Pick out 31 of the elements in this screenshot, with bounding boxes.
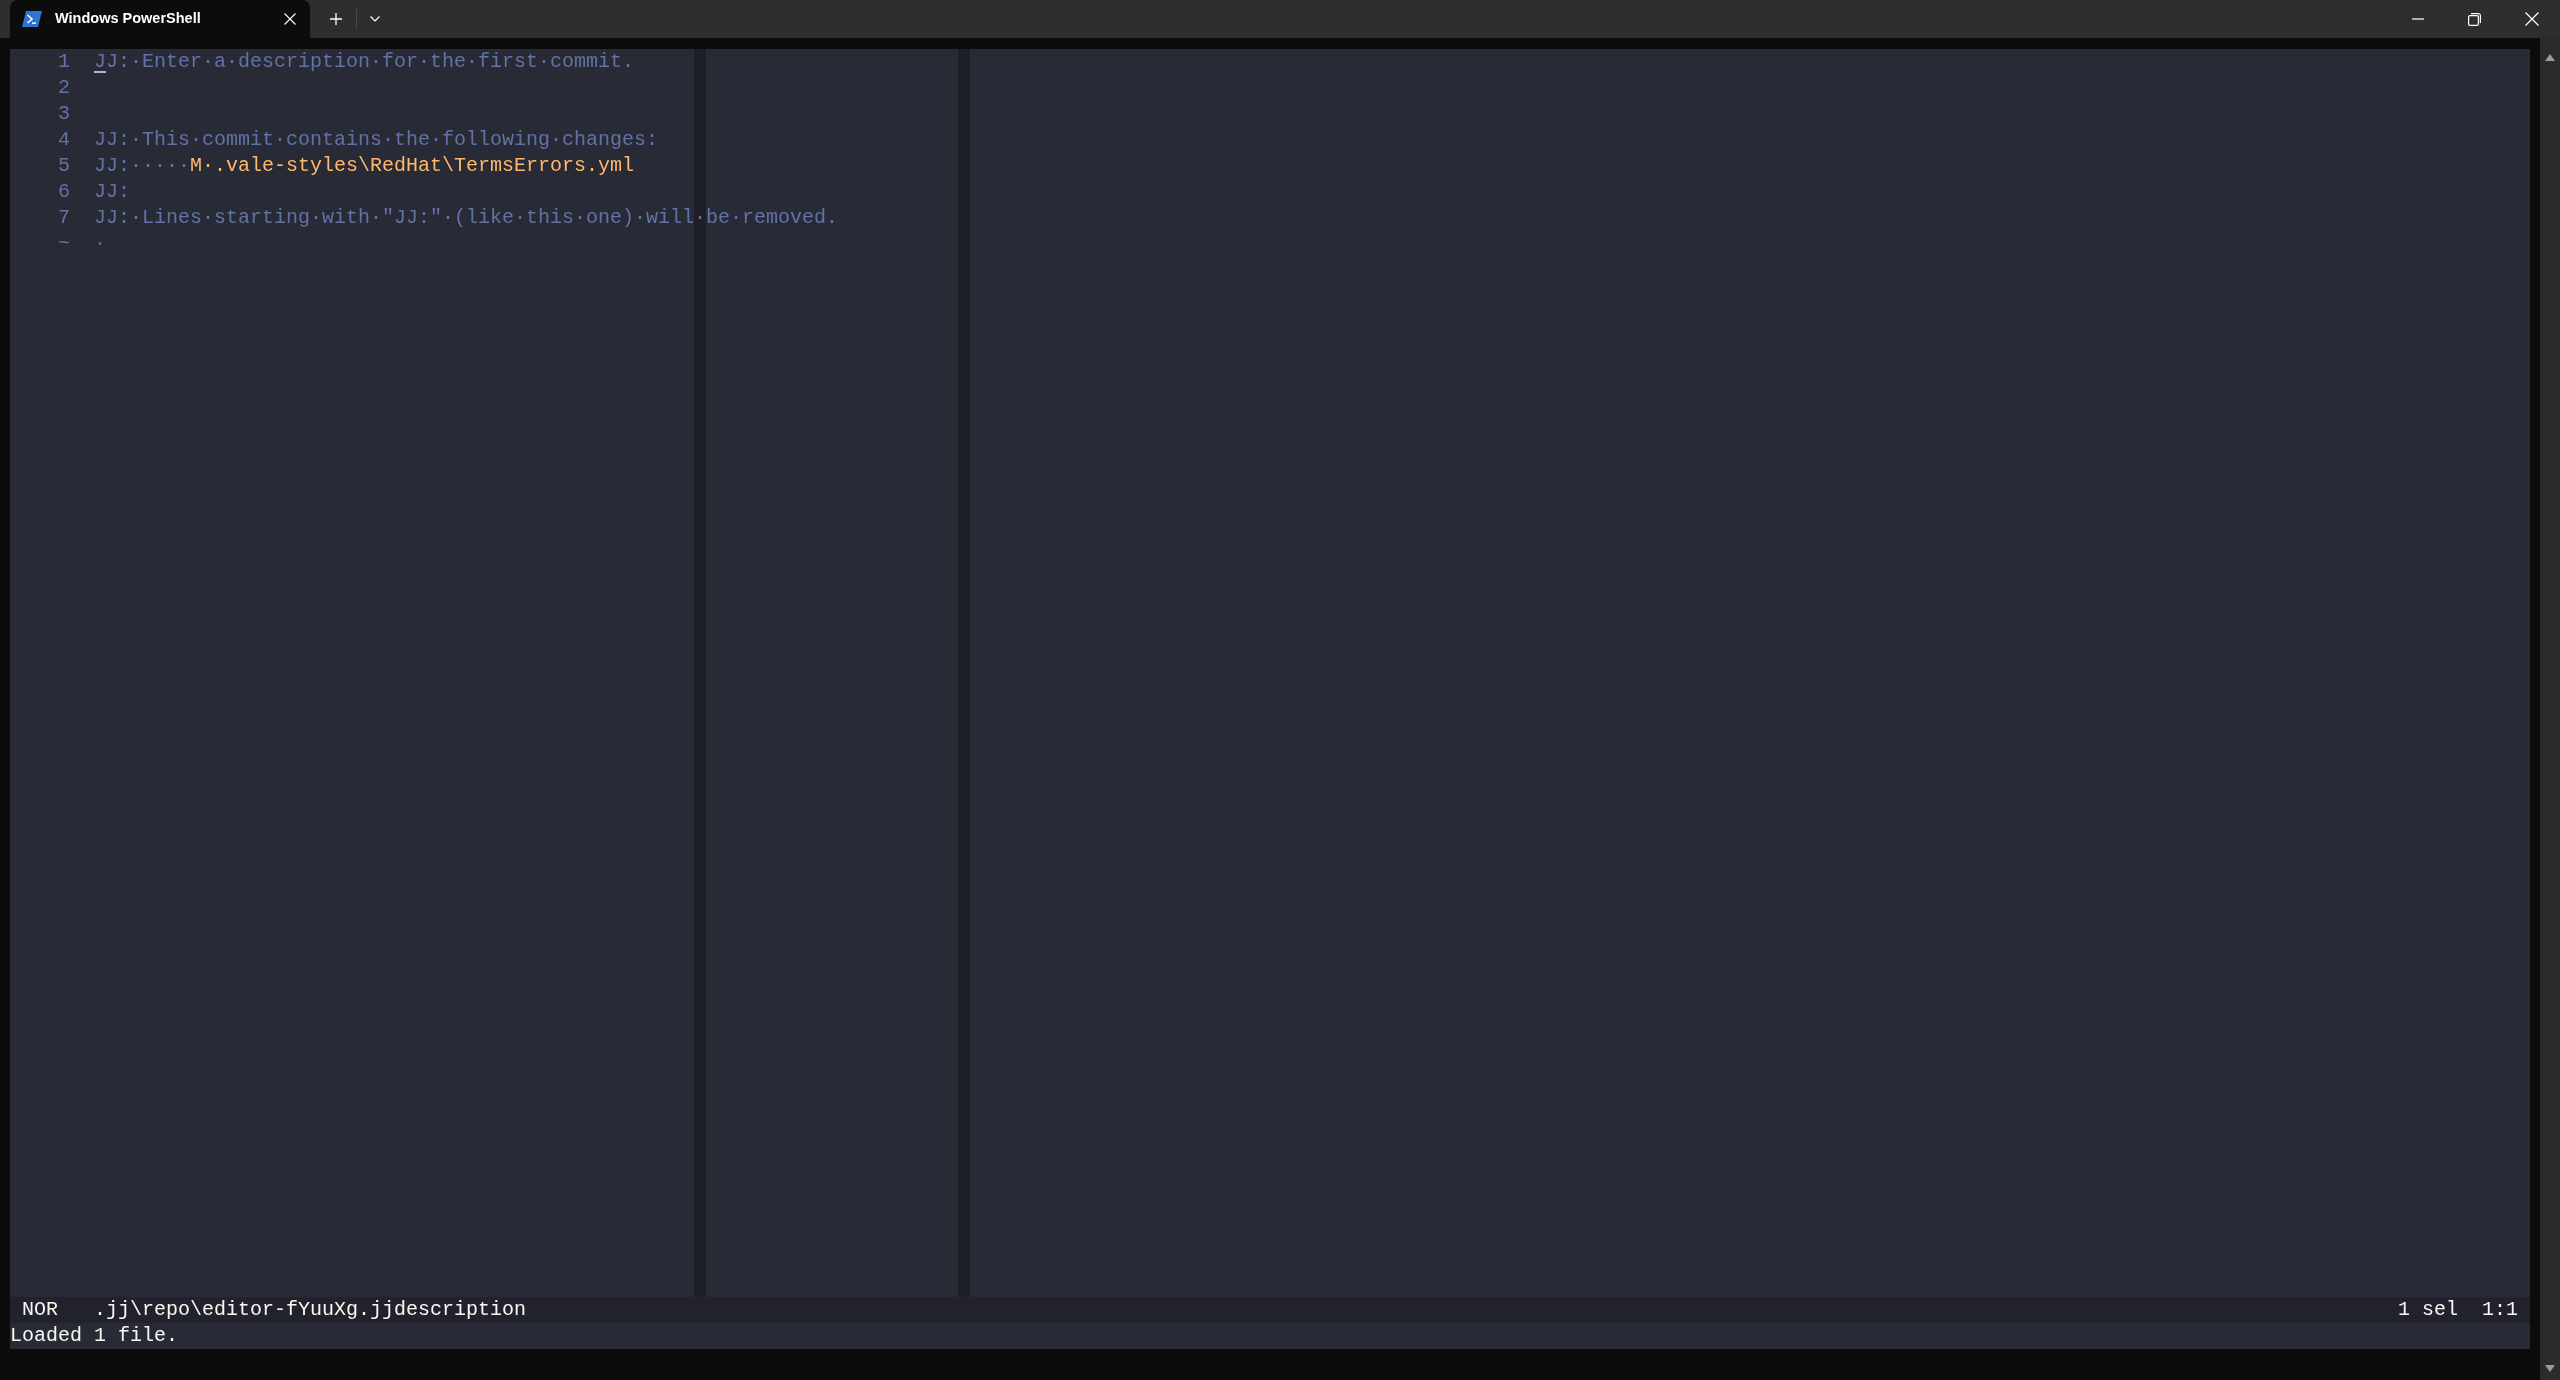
- line-number: 2: [58, 76, 70, 99]
- restore-icon: [2468, 12, 2481, 26]
- file-path: .jj\repo\editor-fYuuXg.jjdescription: [94, 1297, 527, 1323]
- selection-count: 1 sel: [2397, 1297, 2458, 1323]
- terminal-tab[interactable]: Windows PowerShell: [10, 0, 310, 38]
- line-number: 5: [58, 154, 70, 177]
- line-number: ~: [58, 232, 70, 255]
- whitespace-marker: ·: [94, 232, 106, 255]
- line-number: 1: [58, 50, 70, 73]
- minimize-icon: [2411, 18, 2424, 20]
- chevron-down-icon[interactable]: [370, 16, 380, 22]
- plus-icon[interactable]: [330, 13, 342, 25]
- comment-text: JJ:·Enter·a·description·for·the·first·commit.: [94, 50, 635, 73]
- cursor-position: 1:1: [2482, 1297, 2518, 1323]
- comment-text: JJ:: [94, 180, 130, 203]
- close-icon: [2524, 12, 2539, 26]
- scroll-down-icon[interactable]: [2545, 1365, 2555, 1372]
- line-number: 6: [58, 180, 70, 203]
- powershell-icon: [22, 11, 42, 27]
- mode-indicator: NOR: [22, 1297, 58, 1323]
- line-number: 4: [58, 128, 70, 151]
- comment-text: JJ:·Lines·starting·with·"JJ:"·(like·this·one)·will·be·removed.: [94, 206, 839, 229]
- changed-file-text: M·.vale-styles\RedHat\TermsErrors.yml: [190, 154, 635, 177]
- status-message: Loaded 1 file.: [10, 1324, 179, 1347]
- comment-text: JJ:·····: [94, 154, 190, 177]
- comment-text: JJ:·This·commit·contains·the·following·changes:: [94, 128, 659, 151]
- scroll-up-icon[interactable]: [2545, 54, 2555, 61]
- close-tab-icon[interactable]: [284, 13, 296, 25]
- scrollbar[interactable]: [2540, 38, 2560, 1380]
- line-number: 3: [58, 102, 70, 125]
- line-number: 7: [58, 206, 70, 229]
